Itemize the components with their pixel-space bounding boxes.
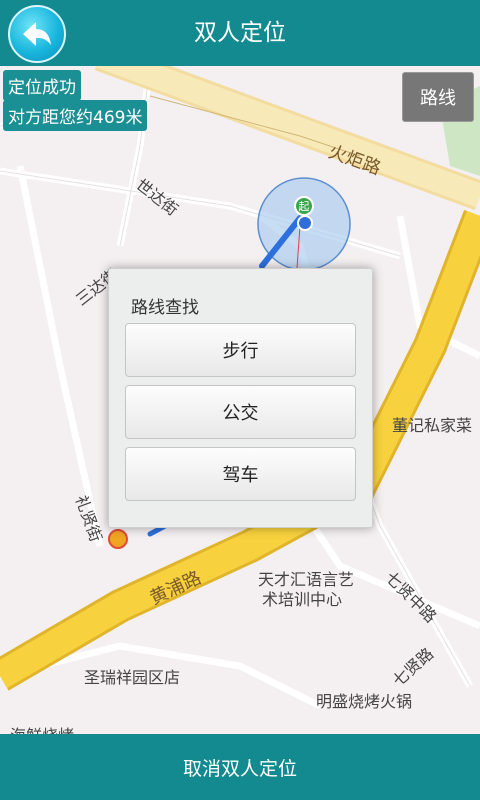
my-location-dot — [297, 215, 313, 231]
poi-label: 术培训中心 — [262, 590, 343, 609]
header-bar: 双人定位 — [0, 0, 480, 66]
poi-label: 董记私家菜 — [392, 416, 473, 435]
partner-location-icon[interactable] — [108, 529, 128, 549]
poi-label: 明盛烧烤火锅 — [316, 692, 413, 711]
page-title: 双人定位 — [194, 20, 286, 46]
bus-button[interactable]: 公交 — [125, 385, 356, 439]
route-dialog: 路线查找 步行 公交 驾车 — [108, 268, 373, 528]
status-located-badge: 定位成功 — [3, 70, 81, 101]
start-marker[interactable]: 起 — [294, 196, 314, 216]
walk-button[interactable]: 步行 — [125, 323, 356, 377]
poi-label: 圣瑞祥园区店 — [84, 668, 181, 687]
route-button[interactable]: 路线 — [402, 72, 474, 122]
poi-label: 海鲜烧烤 — [10, 722, 74, 734]
cancel-dual-location-button[interactable]: 取消双人定位 — [0, 734, 480, 800]
dialog-title: 路线查找 — [131, 298, 199, 318]
drive-button[interactable]: 驾车 — [125, 447, 356, 501]
status-distance-badge: 对方距您约469米 — [3, 100, 148, 131]
